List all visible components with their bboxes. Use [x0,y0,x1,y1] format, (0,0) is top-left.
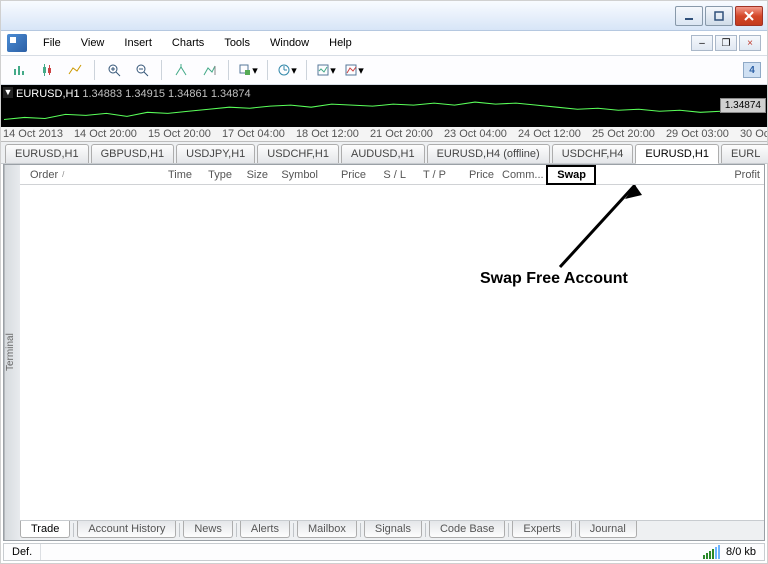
sort-ascending-icon: / [62,170,64,179]
col-time[interactable]: Time [86,169,196,181]
terminal-tab-trade[interactable]: Trade [20,521,70,538]
chart-last-price: 1.34874 [720,98,766,113]
strategy-tester-icon[interactable]: ▾ [342,59,366,81]
chart-preview-strip: ▼ EURUSD,H1 1.34883 1.34915 1.34861 1.34… [1,85,767,127]
chart-tab[interactable]: USDCHF,H1 [257,144,339,163]
menu-tools[interactable]: Tools [214,33,260,53]
col-sl[interactable]: S / L [370,169,410,181]
col-symbol[interactable]: Symbol [272,169,322,181]
chart-tab-active[interactable]: EURUSD,H1 [635,144,719,164]
chart-preview-header: EURUSD,H1 1.34883 1.34915 1.34861 1.3487… [2,86,766,100]
indicators-icon[interactable]: ▾ [236,59,260,81]
menu-window[interactable]: Window [260,33,319,53]
col-tp[interactable]: T / P [410,169,450,181]
mdi-restore-button[interactable]: ❐ [715,35,737,51]
connection-status[interactable]: 8/0 kb [695,545,764,559]
col-size[interactable]: Size [236,169,272,181]
chart-tabs-bar: EURUSD,H1 GBPUSD,H1 USDJPY,H1 USDCHF,H1 … [1,142,767,164]
connection-traffic: 8/0 kb [726,546,756,558]
chart-tab[interactable]: EURUSD,H4 (offline) [427,144,550,163]
chart-tab[interactable]: EURL [721,144,768,163]
terminal-bottom-tabs: Trade Account History News Alerts Mailbo… [20,520,764,540]
menu-insert[interactable]: Insert [114,33,162,53]
terminal-tab-code-base[interactable]: Code Base [429,521,505,538]
col-swap-highlighted[interactable]: Swap [546,165,596,185]
toolbar: ▾ ▾ ▾ ▾ 4 [1,55,767,85]
col-profit[interactable]: Profit [596,169,764,181]
periodicity-icon[interactable]: ▾ [275,59,299,81]
toolbar-notification-badge[interactable]: 4 [743,62,761,78]
menu-help[interactable]: Help [319,33,362,53]
chart-sparkline [4,99,721,126]
col-price[interactable]: Price [322,169,370,181]
terminal-panel: × Terminal Order / Time Type Size Symbol… [3,164,765,541]
chart-time-axis: 14 Oct 201314 Oct 20:0015 Oct 20:00 17 O… [1,127,767,142]
window-close-button[interactable] [735,6,763,26]
terminal-tab-signals[interactable]: Signals [364,521,422,538]
menu-charts[interactable]: Charts [162,33,214,53]
annotation-arrow [550,185,670,275]
zoom-out-icon[interactable] [130,59,154,81]
chart-tab[interactable]: AUDUSD,H1 [341,144,425,163]
connection-bars-icon [703,545,720,559]
col-type[interactable]: Type [196,169,236,181]
chart-tab[interactable]: USDCHF,H4 [552,144,634,163]
chart-preview-collapse-toggle[interactable]: ▼ [3,87,13,98]
window-maximize-button[interactable] [705,6,733,26]
zoom-in-icon[interactable] [102,59,126,81]
terminal-tab-account-history[interactable]: Account History [77,521,176,538]
chart-tab[interactable]: USDJPY,H1 [176,144,255,163]
terminal-tab-news[interactable]: News [183,521,233,538]
terminal-side-label: Terminal [4,165,20,540]
status-bar: Def. 8/0 kb [3,543,765,561]
menubar: File View Insert Charts Tools Window Hel… [1,31,767,55]
chart-shift-icon[interactable] [197,59,221,81]
bar-chart-icon[interactable] [7,59,31,81]
annotation-text: Swap Free Account [480,270,628,288]
mdi-close-button[interactable]: × [739,35,761,51]
col-price2[interactable]: Price [450,169,498,181]
app-logo-icon [7,34,27,52]
line-chart-icon[interactable] [63,59,87,81]
terminal-tab-mailbox[interactable]: Mailbox [297,521,357,538]
terminal-tab-journal[interactable]: Journal [579,521,637,538]
terminal-content-area: Swap Free Account [20,185,764,520]
terminal-tab-alerts[interactable]: Alerts [240,521,290,538]
templates-icon[interactable]: ▾ [314,59,338,81]
menu-view[interactable]: View [71,33,115,53]
mdi-window-buttons: ‒ ❐ × [691,35,761,51]
menu-file[interactable]: File [33,33,71,53]
col-commission[interactable]: Comm... [498,169,546,181]
terminal-columns-header: Order / Time Type Size Symbol Price S / … [20,165,764,185]
col-order[interactable]: Order / [26,169,86,181]
auto-scroll-icon[interactable] [169,59,193,81]
status-left: Def. [4,544,41,560]
terminal-tab-experts[interactable]: Experts [512,521,571,538]
chart-tab[interactable]: GBPUSD,H1 [91,144,175,163]
mdi-minimize-button[interactable]: ‒ [691,35,713,51]
candlestick-icon[interactable] [35,59,59,81]
window-titlebar [1,1,767,31]
window-minimize-button[interactable] [675,6,703,26]
chart-tab[interactable]: EURUSD,H1 [5,144,89,163]
